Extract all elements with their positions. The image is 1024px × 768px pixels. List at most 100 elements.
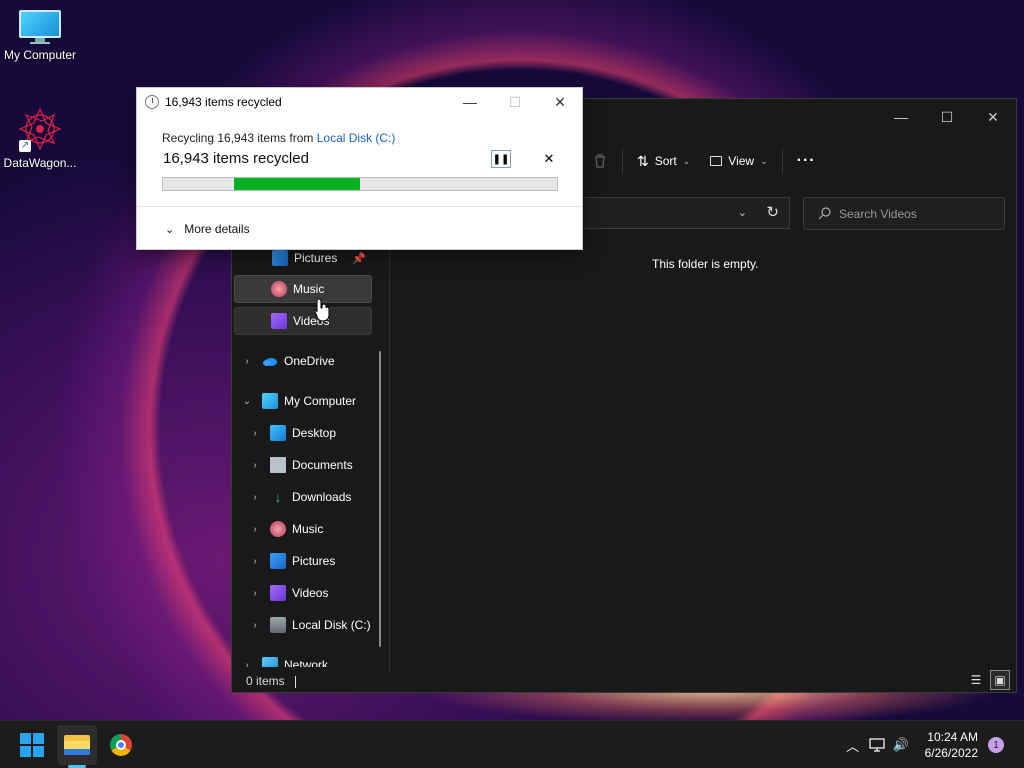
view-label: View (728, 154, 755, 168)
chevron-up-icon[interactable]: ︿ (841, 736, 865, 755)
nav-item-label: Network (284, 658, 329, 667)
pin-icon: 📌 (352, 252, 366, 265)
recycle-status-heading: 16,943 items recycled (163, 150, 309, 167)
more-details-toggle[interactable]: ⌄ More details (165, 222, 250, 236)
download-arrow-icon: ↓ (274, 489, 282, 505)
notification-badge[interactable]: 1 (988, 737, 1004, 753)
chevron-right-icon[interactable]: › (248, 588, 262, 599)
shortcut-arrow-icon: ↗ (19, 140, 31, 152)
nav-item-music[interactable]: › Music (234, 515, 372, 543)
nav-item-desktop[interactable]: › Desktop (234, 419, 372, 447)
volume-icon[interactable]: 🔊 (889, 737, 913, 753)
chevron-right-icon[interactable]: › (248, 620, 262, 631)
taskbar-clock[interactable]: 10:24 AM 6/26/2022 (913, 729, 988, 761)
music-icon (271, 281, 287, 297)
details-view-icon[interactable]: ☰ (966, 670, 986, 690)
folder-icon (64, 735, 90, 755)
chevron-down-icon: ⌄ (165, 223, 175, 236)
sort-button[interactable]: ⇅ Sort ⌄ (627, 145, 700, 177)
pictures-icon (270, 553, 286, 569)
progress-bar (162, 177, 558, 191)
search-icon (818, 207, 831, 220)
videos-icon (270, 585, 286, 601)
view-button[interactable]: View ⌄ (700, 145, 777, 177)
more-options-button[interactable]: ··· (787, 145, 826, 177)
nav-item-onedrive[interactable]: › OneDrive (234, 347, 372, 375)
nav-item-pictures-quick[interactable]: Pictures 📌 (234, 247, 372, 272)
chevron-down-icon[interactable]: ⌄ (738, 206, 747, 219)
cancel-button[interactable]: ✕ (541, 150, 557, 168)
network-monitor-icon[interactable] (865, 738, 889, 752)
nav-item-label: Documents (292, 458, 353, 472)
delete-button[interactable] (582, 145, 618, 177)
nav-item-label: My Computer (284, 394, 357, 408)
dialog-divider (137, 206, 582, 207)
nav-item-label: Music (292, 522, 324, 536)
nav-item-my-computer[interactable]: ⌄ My Computer (234, 387, 372, 415)
onedrive-cloud-icon (262, 353, 278, 369)
desktop-icon-label: DataWagon... (3, 156, 77, 170)
chevron-down-icon: ⌄ (760, 155, 768, 166)
start-button[interactable] (12, 725, 52, 765)
local-disk-link[interactable]: Local Disk (C:) (317, 131, 396, 145)
progress-fill (233, 178, 360, 190)
music-icon (270, 521, 286, 537)
nav-item-label: Downloads (292, 490, 352, 504)
chevron-right-icon[interactable]: › (248, 492, 262, 503)
chevron-down-icon[interactable]: ⌄ (240, 396, 254, 407)
nav-item-videos[interactable]: › Videos (234, 579, 372, 607)
nav-item-local-disk[interactable]: › Local Disk (C:) (234, 611, 372, 639)
taskbar-file-explorer[interactable] (57, 725, 97, 765)
chevron-right-icon[interactable]: › (248, 428, 262, 439)
clock-date: 6/26/2022 (924, 746, 978, 760)
hand-cursor-icon (314, 298, 330, 322)
nav-item-videos-quick[interactable]: Videos (234, 307, 372, 335)
chevron-right-icon[interactable]: › (248, 460, 262, 471)
desktop-icon-my-computer[interactable]: My Computer (0, 10, 80, 62)
maximize-button[interactable]: ☐ (924, 99, 970, 135)
nav-item-pictures[interactable]: › Pictures (234, 547, 372, 575)
dialog-minimize-button[interactable]: — (447, 88, 493, 116)
monitor-icon (19, 10, 61, 44)
desktop-icon-datawagon[interactable]: ↗ DataWagon... (0, 106, 80, 170)
nav-item-downloads[interactable]: › ↓ Downloads (234, 483, 372, 511)
tiles-view-icon[interactable]: ▣ (990, 670, 1010, 690)
dialog-close-button[interactable]: ✕ (537, 88, 583, 116)
pause-button[interactable]: ❚❚ (491, 150, 511, 168)
command-bar: ⇅ Sort ⌄ View ⌄ ··· (582, 145, 826, 177)
chevron-down-icon: ⌄ (682, 155, 691, 166)
nav-item-network[interactable]: › Network (234, 651, 372, 667)
close-button[interactable]: ✕ (970, 99, 1016, 135)
address-bar[interactable]: ⌄ ↻ (584, 197, 790, 229)
nav-item-documents[interactable]: › Documents (234, 451, 372, 479)
dialog-title: 16,943 items recycled (165, 95, 282, 109)
dialog-maximize-button: ☐ (508, 93, 522, 110)
clock-icon (145, 95, 159, 109)
nav-item-label: Pictures (294, 251, 338, 265)
monitor-icon (262, 393, 278, 409)
chrome-icon (110, 734, 132, 756)
window-controls: — ☐ ✕ (878, 99, 1016, 135)
chevron-right-icon[interactable]: › (248, 556, 262, 567)
search-input[interactable] (839, 206, 989, 221)
refresh-icon[interactable]: ↻ (766, 203, 779, 221)
windows-logo-icon (20, 733, 44, 757)
recycle-source-text: Recycling 16,943 items from Local Disk (… (162, 131, 395, 145)
view-toggles: ☰ ▣ (966, 670, 1010, 690)
search-box[interactable] (803, 197, 1005, 230)
datawagon-logo-icon: ↗ (17, 106, 63, 152)
ellipsis-icon: ··· (796, 152, 816, 169)
close-icon: ✕ (543, 151, 555, 166)
nav-item-music-quick[interactable]: Music (234, 275, 372, 303)
chevron-right-icon[interactable]: › (248, 524, 262, 535)
status-separator (294, 675, 296, 688)
chevron-right-icon[interactable]: › (240, 356, 254, 367)
status-bar: 0 items (246, 674, 296, 688)
system-tray: ︿ 🔊 10:24 AM 6/26/2022 1 (841, 721, 1024, 768)
pause-icon: ❚❚ (492, 153, 510, 165)
clock-time: 10:24 AM (927, 730, 978, 744)
chevron-right-icon[interactable]: › (240, 660, 254, 668)
taskbar-chrome[interactable] (101, 725, 141, 765)
pictures-icon (272, 250, 288, 266)
minimize-button[interactable]: — (878, 99, 924, 135)
